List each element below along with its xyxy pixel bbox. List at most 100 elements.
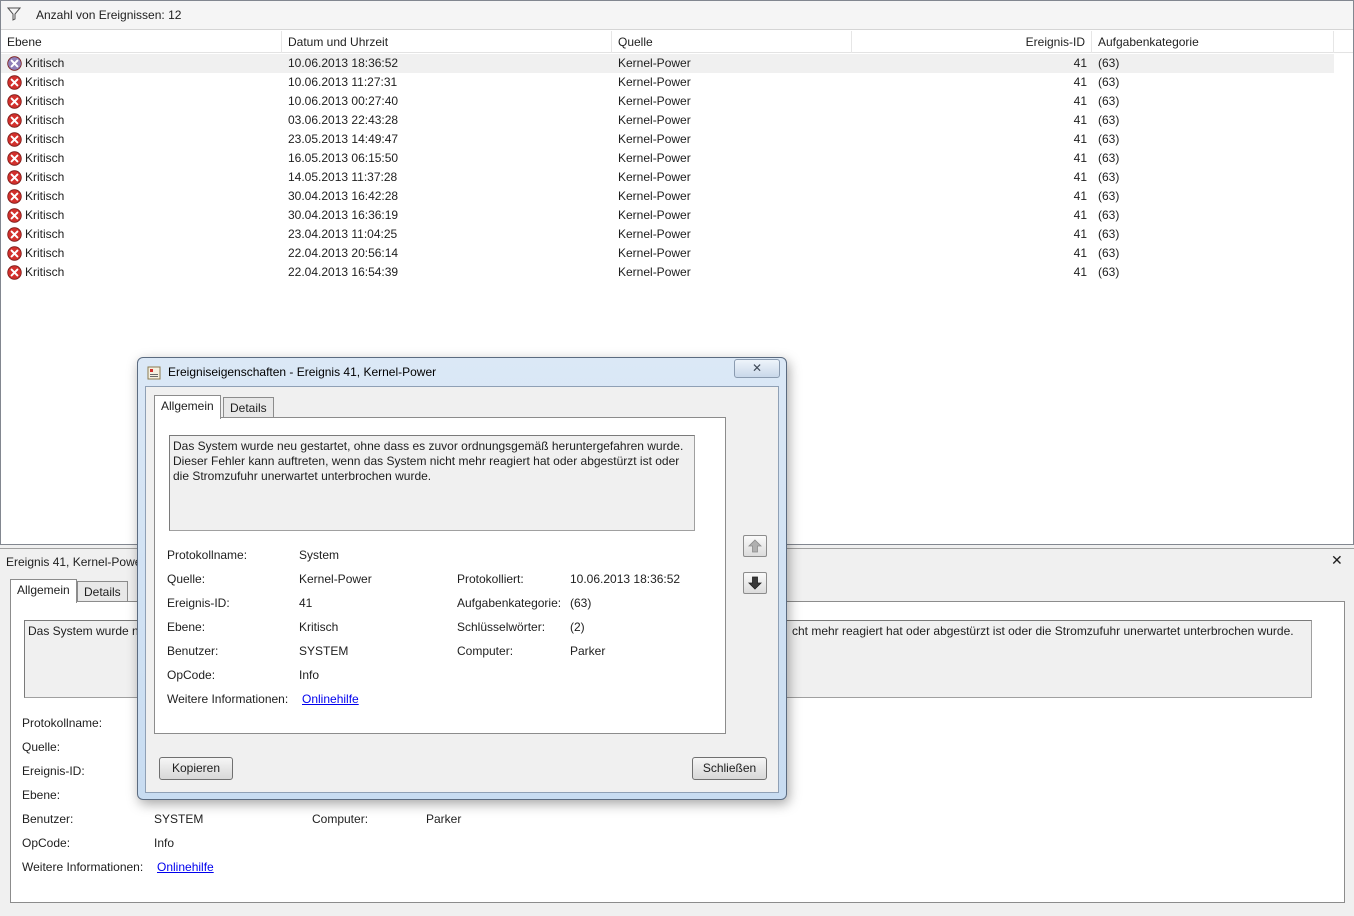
dialog-tab-general[interactable]: Allgemein xyxy=(154,395,221,419)
dialog-close-icon[interactable]: ✕ xyxy=(734,359,780,378)
cell-level: Kritisch xyxy=(25,265,65,279)
cell-source: Kernel-Power xyxy=(618,113,691,127)
cell-datetime: 10.06.2013 18:36:52 xyxy=(288,56,399,70)
column-header-category[interactable]: Aufgabenkategorie xyxy=(1092,31,1334,53)
table-row[interactable]: Kritisch 23.04.2013 11:04:25 Kernel-Power 4… xyxy=(1,225,1353,244)
cell-category: (63) xyxy=(1098,94,1120,108)
dialog-body: Allgemein Details Das System wurde neu g… xyxy=(145,386,779,793)
preview-value-user: SYSTEM xyxy=(154,812,204,826)
dialog-description-box[interactable]: Das System wurde neu gestartet, ohne das… xyxy=(169,435,695,531)
cell-category: (63) xyxy=(1098,227,1120,241)
cell-source: Kernel-Power xyxy=(618,56,691,70)
cell-source: Kernel-Power xyxy=(618,265,691,279)
cell-datetime: 30.04.2013 16:42:28 xyxy=(288,189,399,203)
event-count-label: Anzahl von Ereignissen: 12 xyxy=(36,8,182,22)
preview-close-icon[interactable]: ✕ xyxy=(1331,552,1343,569)
dialog-label-level: Ebene: xyxy=(167,620,206,634)
dialog-label-category: Aufgabenkategorie: xyxy=(457,596,562,610)
cell-level: Kritisch xyxy=(25,189,65,203)
cell-datetime: 03.06.2013 22:43:28 xyxy=(288,113,399,127)
cell-event-id: 41 xyxy=(1073,189,1087,203)
critical-error-icon xyxy=(7,75,22,90)
column-header-level[interactable]: Ebene xyxy=(1,31,282,53)
dialog-label-computer: Computer: xyxy=(457,644,514,658)
event-viewer-icon xyxy=(147,366,161,380)
dialog-label-log-name: Protokollname: xyxy=(167,548,248,562)
cell-datetime: 30.04.2013 16:36:19 xyxy=(288,208,399,222)
cell-category: (63) xyxy=(1098,75,1120,89)
dialog-value-logged: 10.06.2013 18:36:52 xyxy=(570,572,681,586)
preview-description-end: cht mehr reagiert hat oder abgestürzt is… xyxy=(792,624,1294,638)
dialog-label-opcode: OpCode: xyxy=(167,668,216,682)
table-row[interactable]: Kritisch 14.05.2013 11:37:28 Kernel-Power 4… xyxy=(1,168,1353,187)
cell-category: (63) xyxy=(1098,113,1120,127)
dialog-value-opcode: Info xyxy=(299,668,320,682)
column-header-source[interactable]: Quelle xyxy=(612,31,852,53)
copy-button[interactable]: Kopieren xyxy=(159,757,233,780)
table-row[interactable]: Kritisch 10.06.2013 18:36:52 Kernel-Power 4… xyxy=(1,54,1334,73)
dialog-title: Ereigniseigenschaften - Ereignis 41, Ker… xyxy=(168,365,437,379)
cell-datetime: 23.05.2013 14:49:47 xyxy=(288,132,399,146)
arrow-down-icon xyxy=(748,576,762,590)
critical-error-icon xyxy=(7,208,22,223)
cell-category: (63) xyxy=(1098,56,1120,70)
cell-category: (63) xyxy=(1098,132,1120,146)
cell-source: Kernel-Power xyxy=(618,170,691,184)
cell-level: Kritisch xyxy=(25,151,65,165)
dialog-general-panel: Das System wurde neu gestartet, ohne das… xyxy=(154,417,726,734)
critical-error-icon xyxy=(7,246,22,261)
table-row[interactable]: Kritisch 22.04.2013 20:56:14 Kernel-Power 4… xyxy=(1,244,1353,263)
critical-error-icon xyxy=(7,227,22,242)
cell-datetime: 23.04.2013 11:04:25 xyxy=(288,227,398,241)
dialog-label-keywords: Schlüsselwörter: xyxy=(457,620,546,634)
dialog-value-user: SYSTEM xyxy=(299,644,349,658)
column-header-datetime[interactable]: Datum und Uhrzeit xyxy=(282,31,612,53)
column-header-event-id[interactable]: Ereignis-ID xyxy=(852,31,1092,53)
preview-label-source: Quelle: xyxy=(22,740,61,754)
table-row[interactable]: Kritisch 23.05.2013 14:49:47 Kernel-Power 4… xyxy=(1,130,1353,149)
cell-event-id: 41 xyxy=(1073,170,1087,184)
cell-source: Kernel-Power xyxy=(618,151,691,165)
previous-event-button[interactable] xyxy=(743,535,767,557)
arrow-up-icon xyxy=(748,539,762,553)
table-row[interactable]: Kritisch 03.06.2013 22:43:28 Kernel-Power 4… xyxy=(1,111,1353,130)
table-row[interactable]: Kritisch 22.04.2013 16:54:39 Kernel-Power 4… xyxy=(1,263,1353,282)
preview-tab-general[interactable]: Allgemein xyxy=(10,579,77,603)
dialog-tab-details[interactable]: Details xyxy=(223,397,274,419)
table-row[interactable]: Kritisch 30.04.2013 16:42:28 Kernel-Power 4… xyxy=(1,187,1353,206)
cell-category: (63) xyxy=(1098,170,1120,184)
table-row[interactable]: Kritisch 16.05.2013 06:15:50 Kernel-Power 4… xyxy=(1,149,1353,168)
dialog-label-more-info: Weitere Informationen: xyxy=(167,692,289,706)
next-event-button[interactable] xyxy=(743,572,767,594)
preview-label-opcode: OpCode: xyxy=(22,836,71,850)
critical-error-icon xyxy=(7,94,22,109)
preview-label-level: Ebene: xyxy=(22,788,61,802)
preview-online-help-link[interactable]: Onlinehilfe xyxy=(157,860,214,874)
cell-event-id: 41 xyxy=(1073,227,1087,241)
cell-source: Kernel-Power xyxy=(618,189,691,203)
dialog-label-event-id: Ereignis-ID: xyxy=(167,596,230,610)
cell-category: (63) xyxy=(1098,265,1120,279)
cell-event-id: 41 xyxy=(1073,75,1087,89)
preview-label-event-id: Ereignis-ID: xyxy=(22,764,85,778)
preview-label-log-name: Protokollname: xyxy=(22,716,103,730)
cell-category: (63) xyxy=(1098,189,1120,203)
preview-description-start: Das System wurde ne xyxy=(28,624,146,638)
close-button[interactable]: Schließen xyxy=(692,757,767,780)
cell-level: Kritisch xyxy=(25,75,65,89)
cell-event-id: 41 xyxy=(1073,94,1087,108)
column-header-row: Ebene Datum und Uhrzeit Quelle Ereignis-… xyxy=(1,31,1353,53)
cell-event-id: 41 xyxy=(1073,265,1087,279)
critical-error-icon xyxy=(7,170,22,185)
dialog-value-source: Kernel-Power xyxy=(299,572,372,586)
critical-error-icon xyxy=(7,113,22,128)
cell-event-id: 41 xyxy=(1073,56,1087,70)
preview-tab-details[interactable]: Details xyxy=(77,581,128,603)
preview-label-computer: Computer: xyxy=(312,812,369,826)
dialog-online-help-link[interactable]: Onlinehilfe xyxy=(302,692,359,706)
table-row[interactable]: Kritisch 10.06.2013 00:27:40 Kernel-Power 4… xyxy=(1,92,1353,111)
table-row[interactable]: Kritisch 10.06.2013 11:27:31 Kernel-Power 4… xyxy=(1,73,1353,92)
preview-label-more-info: Weitere Informationen: xyxy=(22,860,144,874)
cell-event-id: 41 xyxy=(1073,132,1087,146)
table-row[interactable]: Kritisch 30.04.2013 16:36:19 Kernel-Power 4… xyxy=(1,206,1353,225)
